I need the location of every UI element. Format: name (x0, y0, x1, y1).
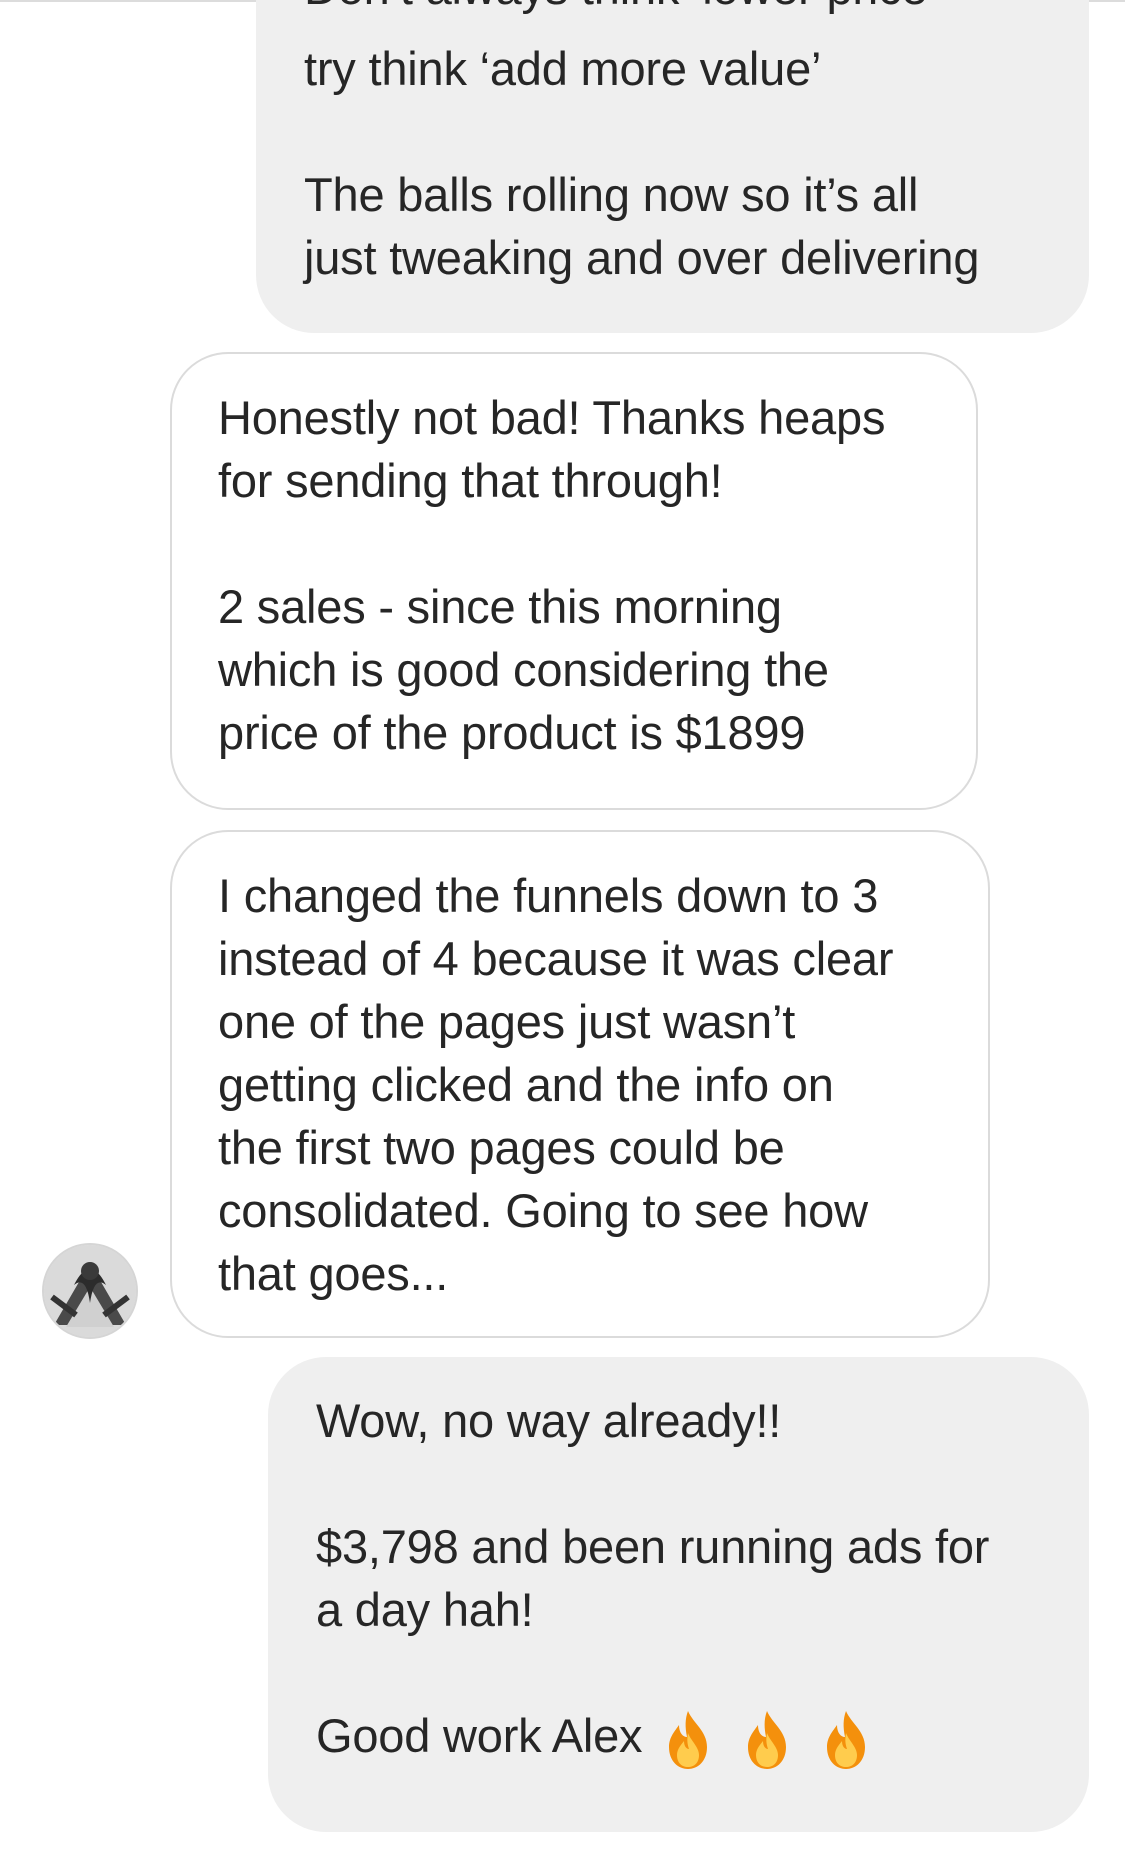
message-text: Honestly not bad! Thanks heaps for sendi… (218, 386, 885, 764)
message-line: Wow, no way already!! (316, 1394, 782, 1447)
avatar-image-icon (44, 1245, 136, 1337)
message-line: getting clicked and the info on (218, 1058, 834, 1111)
message-text: Wow, no way already!! $3,798 and been ru… (316, 1389, 989, 1771)
fire-icon (663, 1709, 721, 1771)
message-line: just tweaking and over delivering (304, 231, 980, 284)
message-line: Honestly not bad! Thanks heaps (218, 391, 886, 444)
message-line: the first two pages could be (218, 1121, 785, 1174)
message-line-cut: Don’t always think ‘lower price’ (304, 0, 938, 19)
message-line: instead of 4 because it was clear (218, 932, 894, 985)
message-line: I changed the funnels down to 3 (218, 869, 879, 922)
message-line: try think ‘add more value’ (304, 42, 822, 95)
message-text: try think ‘add more value’ The balls rol… (304, 37, 979, 289)
message-line: Good work Alex (316, 1709, 643, 1762)
user-avatar[interactable] (42, 1243, 138, 1339)
message-line: $3,798 and been running ads for (316, 1520, 990, 1573)
message-line: for sending that through! (218, 454, 723, 507)
message-bubble-received[interactable]: I changed the funnels down to 3 instead … (170, 830, 990, 1338)
message-line: consolidated. Going to see how (218, 1184, 868, 1237)
message-line: 2 sales - since this morning (218, 580, 782, 633)
message-line-with-emoji: Good work Alex (316, 1704, 989, 1771)
message-line: one of the pages just wasn’t (218, 995, 796, 1048)
message-bubble-sent[interactable]: Wow, no way already!! $3,798 and been ru… (268, 1357, 1089, 1832)
fire-icon (821, 1709, 879, 1771)
message-text: I changed the funnels down to 3 instead … (218, 864, 893, 1305)
message-line: The balls rolling now so it’s all (304, 168, 919, 221)
message-bubble-sent[interactable]: Don’t always think ‘lower price’ try thi… (256, 0, 1089, 333)
message-line: which is good considering the (218, 643, 829, 696)
fire-icon (742, 1709, 800, 1771)
message-line: a day hah! (316, 1583, 534, 1636)
message-line: that goes... (218, 1247, 449, 1300)
message-line: price of the product is $1899 (218, 706, 806, 759)
message-bubble-received[interactable]: Honestly not bad! Thanks heaps for sendi… (170, 352, 978, 810)
